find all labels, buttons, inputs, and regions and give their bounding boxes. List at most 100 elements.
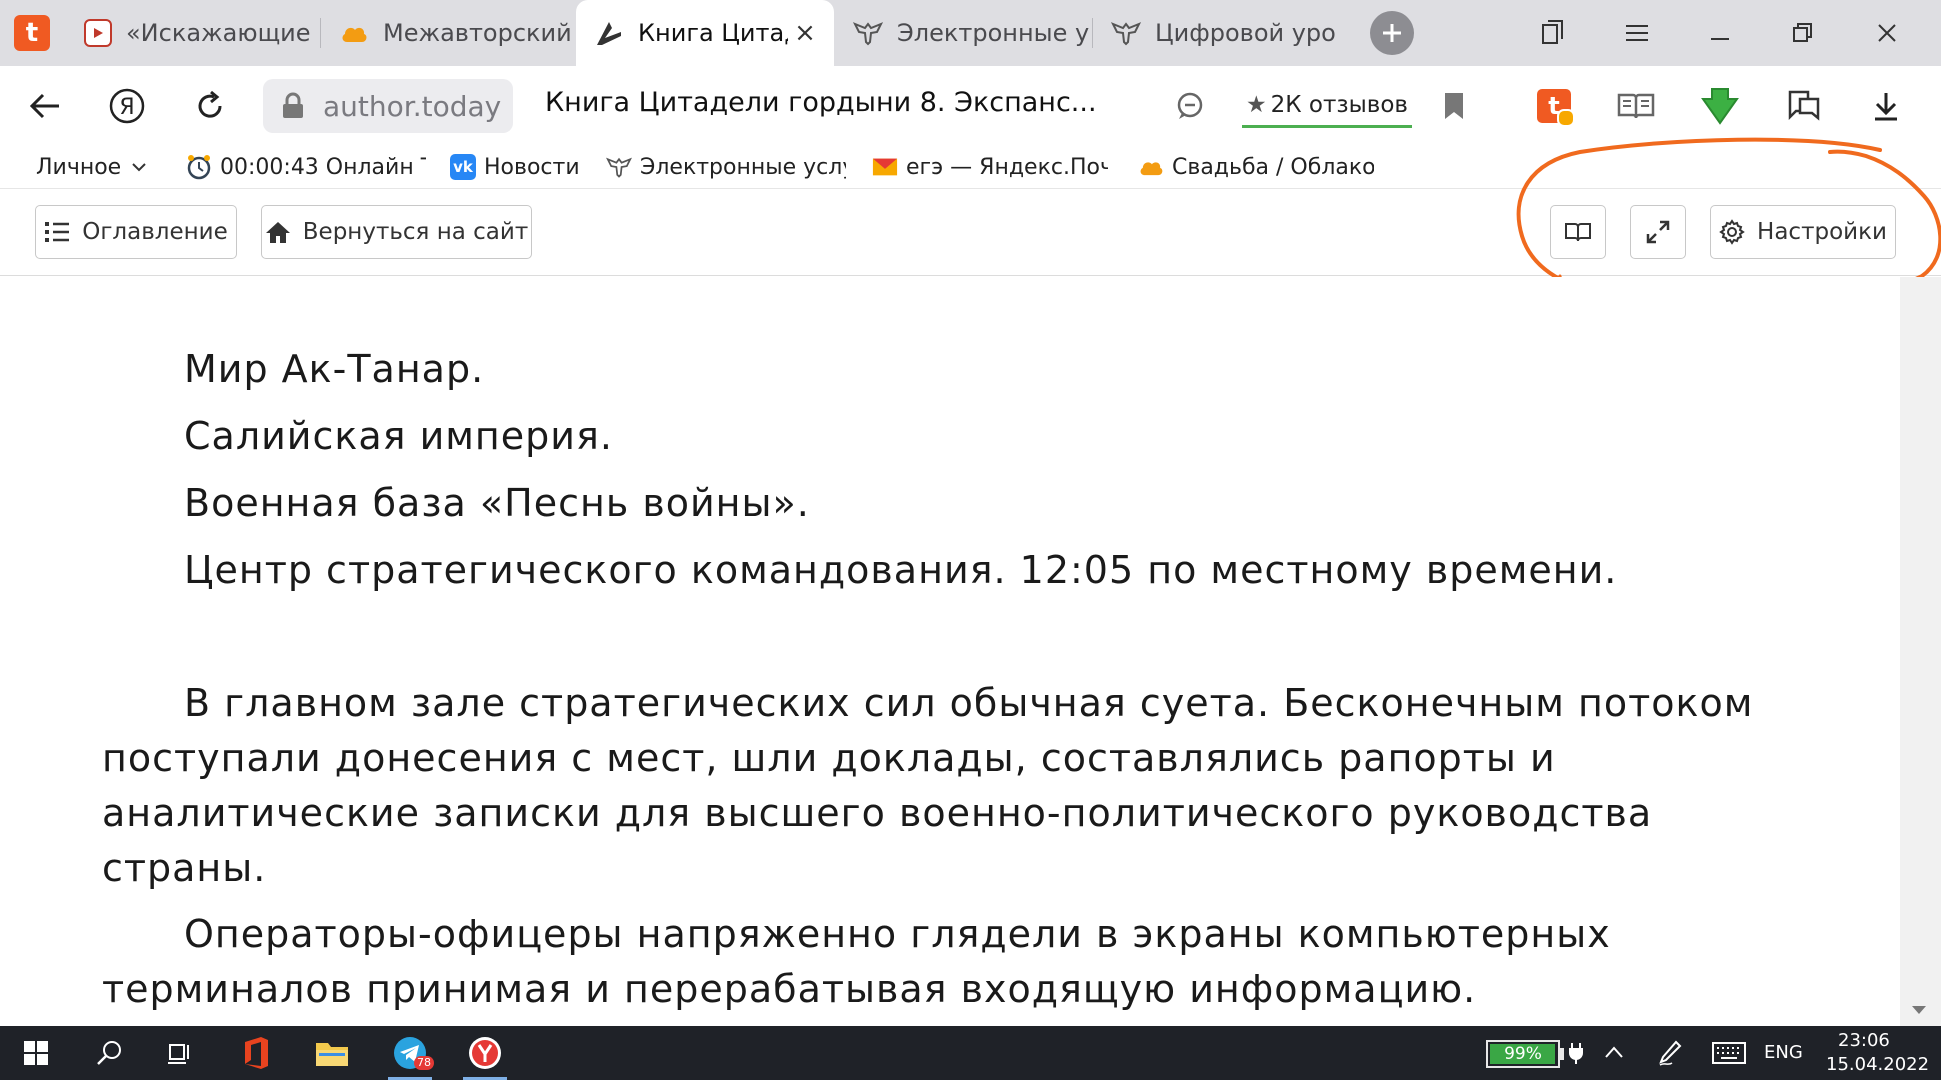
settings-button[interactable]: Настройки — [1710, 205, 1896, 259]
text-line-0: Мир Ак-Танар. — [184, 347, 485, 391]
text-line-2: Военная база «Песнь войны». — [184, 481, 810, 525]
tab-label: «Искажающие — [126, 19, 311, 47]
reload-icon[interactable] — [185, 81, 235, 131]
minimize-icon[interactable] — [1695, 8, 1745, 58]
task-view-icon[interactable] — [150, 1026, 210, 1080]
tab-label: Цифровой уро — [1155, 19, 1336, 47]
video-icon — [84, 19, 112, 47]
translate-icon[interactable] — [1780, 82, 1828, 130]
reviews-badge[interactable]: ★ 2К отзывов — [1242, 84, 1412, 128]
bookmark-label: Свадьба / Облако — [1172, 154, 1374, 180]
reader-mode-icon[interactable] — [1612, 82, 1660, 130]
restore-icon[interactable] — [1778, 8, 1828, 58]
url-domain: author.today — [323, 89, 502, 123]
tab-label: Межавторский — [383, 19, 572, 47]
settings-label: Настройки — [1757, 219, 1887, 245]
fullscreen-button[interactable] — [1630, 205, 1686, 259]
star-icon: ★ — [1246, 91, 1267, 118]
scrollbar[interactable] — [1900, 277, 1941, 1026]
bookmark-yandex-mail[interactable]: егэ — Яндекс.Поч — [872, 150, 1108, 184]
list-icon — [44, 221, 70, 243]
yandex-browser-icon[interactable] — [455, 1026, 515, 1080]
close-window-icon[interactable] — [1862, 8, 1912, 58]
bookmark-label: егэ — Яндекс.Поч — [906, 154, 1108, 180]
url-field[interactable]: author.today — [263, 79, 513, 133]
tab-strip: t «Искажающие Межавторский Книга Цитад ×… — [0, 0, 1941, 66]
clock-date[interactable]: 15.04.2022 — [1826, 1054, 1929, 1075]
back-to-site-label: Вернуться на сайт — [302, 219, 529, 245]
bookmark-news[interactable]: vk Новости — [450, 150, 580, 184]
clock-time[interactable]: 23:06 — [1838, 1030, 1890, 1051]
scroll-down-icon[interactable] — [1907, 1000, 1931, 1020]
address-bar: Я author.today Книга Цитадели гордыни 8.… — [0, 66, 1941, 146]
keyboard-icon[interactable] — [1712, 1042, 1746, 1068]
book-view-button[interactable] — [1550, 205, 1606, 259]
chevron-down-icon — [131, 161, 147, 173]
tab-3[interactable]: Электронные у — [835, 0, 1091, 66]
tab-4[interactable]: Цифровой уро — [1093, 0, 1347, 66]
taskbar: 78 99% ENG 23:06 15.04.2022 — [0, 1026, 1941, 1080]
back-to-site-button[interactable]: Вернуться на сайт — [261, 205, 532, 259]
lock-icon — [281, 92, 305, 124]
battery-label: 99% — [1504, 1044, 1542, 1064]
gear-icon — [1719, 219, 1745, 245]
tab-0[interactable]: «Искажающие — [66, 0, 320, 66]
bookmark-label: Личное — [36, 154, 122, 180]
expand-icon — [1646, 220, 1670, 244]
telegram-icon[interactable]: 78 — [380, 1026, 440, 1080]
page-title: Книга Цитадели гордыни 8. Экспанс... — [545, 87, 1097, 118]
bookmark-icon[interactable] — [1430, 82, 1478, 130]
bookmarks-bar: Личное 00:00:43 Онлайн Т vk Новости Элек… — [0, 146, 1941, 188]
plug-icon — [1568, 1042, 1584, 1068]
new-tab-button[interactable] — [1370, 11, 1414, 55]
paragraph-1: В главном зале стратегических сил обычна… — [102, 681, 1754, 890]
menu-icon[interactable] — [1612, 8, 1662, 58]
tab-2[interactable]: Книга Цитад × — [576, 0, 834, 66]
collections-icon[interactable] — [1528, 8, 1578, 58]
close-icon[interactable]: × — [790, 18, 820, 48]
battery-cap — [1560, 1048, 1564, 1060]
eagle-icon — [853, 18, 883, 48]
svg-text:Я: Я — [119, 95, 134, 120]
author-today-extension-icon[interactable]: t — [1530, 82, 1578, 130]
downloads-icon[interactable] — [1862, 82, 1910, 130]
tab-label: Книга Цитад — [638, 19, 788, 47]
start-button[interactable] — [6, 1026, 66, 1080]
search-icon[interactable] — [80, 1026, 140, 1080]
yandex-icon[interactable]: Я — [102, 81, 152, 131]
bookmark-gosuslugi[interactable]: Электронные услу — [606, 150, 846, 184]
bookmark-wedding-cloud[interactable]: Свадьба / Облако — [1138, 150, 1374, 184]
bookmark-label: 00:00:43 Онлайн Т — [220, 154, 426, 180]
tab-1[interactable]: Межавторский — [321, 0, 575, 66]
file-explorer-icon[interactable] — [302, 1026, 362, 1080]
bookmark-folder-personal[interactable]: Личное — [36, 150, 147, 184]
telegram-badge: 78 — [414, 1056, 434, 1070]
battery-indicator[interactable]: 99% — [1486, 1040, 1560, 1068]
bookmark-online-timer[interactable]: 00:00:43 Онлайн Т — [186, 150, 426, 184]
paragraph-2: Операторы-офицеры напряженно глядели в э… — [102, 912, 1611, 1011]
pen-nib-icon — [594, 18, 624, 48]
reviews-label: 2К отзывов — [1270, 91, 1408, 118]
cloud-icon — [1138, 154, 1164, 180]
book-text: Мир Ак-Танар. Салийская империя. Военная… — [0, 277, 1900, 1026]
clock-icon — [186, 154, 212, 180]
vk-icon: vk — [450, 154, 476, 180]
pen-icon[interactable] — [1658, 1040, 1682, 1070]
mail-icon — [872, 154, 898, 180]
eagle-icon — [1111, 18, 1141, 48]
browser-logo-icon[interactable]: t — [14, 15, 50, 51]
office-icon[interactable] — [226, 1026, 286, 1080]
tray-expand-icon[interactable] — [1604, 1044, 1624, 1063]
home-icon — [265, 220, 291, 244]
language-indicator[interactable]: ENG — [1764, 1042, 1803, 1063]
download-extension-icon[interactable] — [1696, 82, 1744, 130]
open-book-icon — [1564, 221, 1592, 243]
cloud-icon — [339, 18, 369, 48]
bookmark-label: Электронные услу — [640, 154, 846, 180]
bookmark-label: Новости — [484, 154, 580, 180]
text-line-3: Центр стратегического командования. 12:0… — [184, 548, 1618, 592]
table-of-contents-button[interactable]: Оглавление — [35, 205, 237, 259]
back-button[interactable] — [20, 81, 70, 131]
toc-label: Оглавление — [82, 219, 228, 245]
chat-icon[interactable] — [1166, 82, 1214, 130]
